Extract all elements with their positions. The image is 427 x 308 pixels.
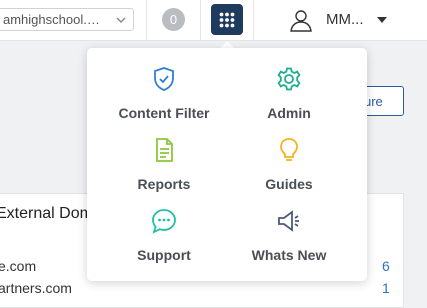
chat-bubble-icon xyxy=(152,209,176,234)
app-label: Content Filter xyxy=(118,105,210,121)
top-bar: amhighschool.… 0 MM... xyxy=(0,0,427,41)
app-content-filter[interactable]: Content Filter xyxy=(99,66,229,128)
chevron-down-icon xyxy=(116,17,126,23)
shield-check-icon xyxy=(154,67,174,91)
divider xyxy=(146,0,147,40)
app-label: Reports xyxy=(137,176,191,192)
user-name[interactable]: MM... xyxy=(326,11,364,28)
domain-row-label: artners.com xyxy=(0,280,72,296)
apps-menu-button[interactable] xyxy=(211,4,243,35)
divider xyxy=(253,0,254,40)
app-admin[interactable]: Admin xyxy=(224,66,354,128)
app-label: Admin xyxy=(267,105,311,121)
app-whats-new[interactable]: Whats New xyxy=(224,208,354,270)
notification-count-badge[interactable]: 0 xyxy=(162,8,185,31)
document-icon xyxy=(156,138,173,162)
gear-icon xyxy=(277,67,301,91)
app-label: Guides xyxy=(265,176,313,192)
grid-icon xyxy=(219,12,235,28)
app-reports[interactable]: Reports xyxy=(99,137,229,199)
app-label: Whats New xyxy=(251,247,327,263)
domain-row-count[interactable]: 6 xyxy=(382,258,390,274)
megaphone-icon xyxy=(278,210,299,232)
app-label: Support xyxy=(137,247,191,263)
apps-menu-popover: Content Filter Admin Reports Guides Supp… xyxy=(87,48,367,281)
app-guides[interactable]: Guides xyxy=(224,137,354,199)
school-select[interactable]: amhighschool.… xyxy=(0,8,134,31)
school-select-value: amhighschool.… xyxy=(3,12,100,27)
lightbulb-icon xyxy=(280,138,298,161)
domain-row-count[interactable]: 1 xyxy=(382,280,390,296)
app-support[interactable]: Support xyxy=(99,208,229,270)
popover-arrow xyxy=(220,41,234,48)
user-icon[interactable] xyxy=(289,8,313,32)
divider xyxy=(200,0,201,40)
domain-row-label: e.com xyxy=(0,258,37,274)
panel-title: External Dom xyxy=(0,205,93,222)
caret-down-icon[interactable] xyxy=(377,17,387,23)
